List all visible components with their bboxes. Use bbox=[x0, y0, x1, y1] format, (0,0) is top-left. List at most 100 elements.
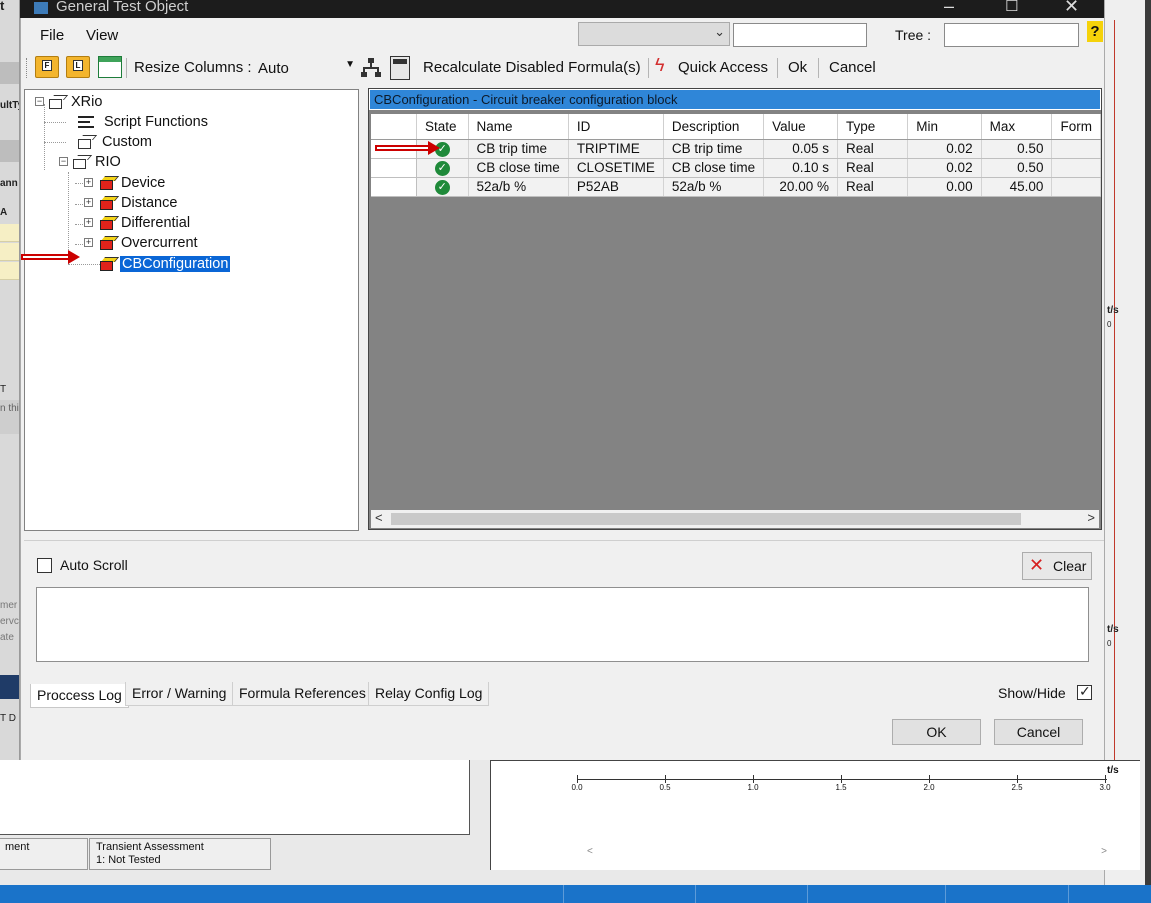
plot-scrollbar[interactable]: < > bbox=[587, 846, 1107, 857]
menu-file[interactable]: File bbox=[40, 27, 64, 44]
tab-formula-references[interactable]: Formula References bbox=[232, 682, 373, 706]
time-axis bbox=[577, 779, 1107, 780]
min-cell[interactable]: 0.02 bbox=[907, 158, 982, 178]
table-row[interactable]: ✓ CB trip time TRIPTIME CB trip time 0.0… bbox=[371, 139, 1101, 159]
ok-button[interactable]: OK bbox=[892, 719, 981, 745]
tree-node-custom[interactable]: Custom bbox=[68, 133, 188, 153]
minimize-icon[interactable]: – bbox=[944, 0, 954, 17]
filter-dropdown[interactable]: ⌄ bbox=[578, 22, 730, 46]
column-header[interactable]: ID bbox=[568, 114, 664, 140]
scrollbar-thumb[interactable] bbox=[391, 513, 1021, 525]
open-file-icon[interactable]: F bbox=[35, 56, 59, 78]
tree-node-cbconfiguration[interactable]: CBConfiguration bbox=[100, 255, 240, 275]
search-input[interactable] bbox=[733, 23, 867, 47]
formula-cell[interactable] bbox=[1051, 139, 1101, 159]
close-icon[interactable]: ✕ bbox=[1064, 0, 1079, 17]
collapse-icon[interactable]: − bbox=[35, 97, 44, 106]
menu-view[interactable]: View bbox=[86, 27, 118, 44]
table-row[interactable]: ✓ 52a/b % P52AB 52a/b % 20.00 % Real 0.0… bbox=[371, 177, 1101, 197]
taskbar-item[interactable] bbox=[563, 885, 693, 903]
toolbar-cancel-button[interactable]: Cancel bbox=[829, 59, 876, 76]
tab-relay-config-log[interactable]: Relay Config Log bbox=[368, 682, 490, 706]
max-cell[interactable]: 0.50 bbox=[981, 158, 1053, 178]
scroll-left-icon[interactable]: < bbox=[375, 510, 383, 525]
max-cell[interactable]: 0.50 bbox=[981, 139, 1053, 159]
scroll-left-icon[interactable]: < bbox=[587, 846, 593, 857]
collapse-icon[interactable]: − bbox=[59, 157, 68, 166]
tab-process-log[interactable]: Proccess Log bbox=[30, 684, 129, 708]
column-header[interactable]: Value bbox=[763, 114, 838, 140]
expand-icon[interactable]: + bbox=[84, 198, 93, 207]
column-header[interactable]: Name bbox=[468, 114, 569, 140]
column-header[interactable]: Max bbox=[981, 114, 1053, 140]
table-row[interactable]: ✓ CB close time CLOSETIME CB close time … bbox=[371, 158, 1101, 178]
tab-error-warning[interactable]: Error / Warning bbox=[125, 682, 234, 706]
description-cell[interactable]: CB trip time bbox=[663, 139, 765, 159]
tree-structure-icon[interactable] bbox=[361, 58, 381, 78]
id-cell[interactable]: TRIPTIME bbox=[568, 139, 664, 159]
min-cell[interactable]: 0.02 bbox=[907, 139, 982, 159]
taskbar bbox=[0, 885, 1151, 903]
min-cell[interactable]: 0.00 bbox=[907, 177, 982, 197]
tree-node-differential[interactable]: + Differential bbox=[84, 214, 214, 234]
tree-node-distance[interactable]: + Distance bbox=[84, 194, 204, 214]
toolbar-ok-button[interactable]: Ok bbox=[788, 59, 807, 76]
taskbar-item[interactable] bbox=[695, 885, 805, 903]
type-cell[interactable]: Real bbox=[837, 158, 909, 178]
tree-node-device[interactable]: + Device bbox=[84, 174, 204, 194]
max-cell[interactable]: 45.00 bbox=[981, 177, 1053, 197]
row-header[interactable] bbox=[371, 177, 417, 197]
formula-cell[interactable] bbox=[1051, 177, 1101, 197]
calculator-icon[interactable] bbox=[390, 56, 410, 80]
type-cell[interactable]: Real bbox=[837, 139, 909, 159]
taskbar-item[interactable] bbox=[807, 885, 937, 903]
id-cell[interactable]: CLOSETIME bbox=[568, 158, 664, 178]
show-hide-checkbox[interactable] bbox=[1077, 683, 1092, 700]
quick-access-button[interactable]: Quick Access bbox=[678, 59, 768, 76]
scroll-right-icon[interactable]: > bbox=[1087, 510, 1095, 525]
tree-node-xrio[interactable]: − XRio bbox=[35, 93, 155, 113]
maximize-icon[interactable]: ☐ bbox=[1005, 0, 1018, 15]
column-header[interactable]: Form bbox=[1051, 114, 1101, 140]
log-output[interactable] bbox=[36, 587, 1089, 662]
value-cell[interactable]: 20.00 % bbox=[763, 177, 838, 197]
scroll-right-icon[interactable]: > bbox=[1101, 846, 1107, 857]
tree-search-input[interactable] bbox=[944, 23, 1079, 47]
tree-node-rio[interactable]: − RIO bbox=[59, 153, 179, 173]
name-cell[interactable]: CB trip time bbox=[468, 139, 569, 159]
column-header[interactable]: State bbox=[416, 114, 469, 140]
red-block-icon bbox=[100, 196, 120, 210]
resize-columns-select[interactable]: Auto ▼ bbox=[252, 56, 357, 80]
expand-icon[interactable]: + bbox=[84, 238, 93, 247]
parameter-table[interactable]: State Name ID Description Value Type Min… bbox=[371, 114, 1101, 197]
column-header[interactable]: Min bbox=[907, 114, 982, 140]
tree-node-overcurrent[interactable]: + Overcurrent bbox=[84, 234, 214, 254]
tree-node-script-functions[interactable]: Script Functions bbox=[68, 113, 218, 133]
grid-horizontal-scrollbar[interactable]: < > bbox=[371, 510, 1099, 528]
auto-scroll-checkbox[interactable] bbox=[37, 558, 52, 573]
column-header[interactable]: Type bbox=[837, 114, 909, 140]
type-cell[interactable]: Real bbox=[837, 177, 909, 197]
recalculate-button[interactable]: Recalculate Disabled Formula(s) bbox=[423, 59, 641, 76]
clear-button[interactable]: ✕ Clear bbox=[1022, 552, 1092, 580]
expand-icon[interactable]: + bbox=[84, 218, 93, 227]
open-folder-icon[interactable]: L bbox=[66, 56, 90, 78]
dialog-titlebar[interactable]: General Test Object – ☐ ✕ bbox=[20, 0, 1104, 18]
help-icon[interactable]: ? bbox=[1087, 21, 1103, 42]
name-cell[interactable]: 52a/b % bbox=[468, 177, 569, 197]
description-cell[interactable]: CB close time bbox=[663, 158, 765, 178]
formula-cell[interactable] bbox=[1051, 158, 1101, 178]
object-tree[interactable]: − XRio Script Functions Custom − RIO + D… bbox=[24, 89, 359, 531]
value-cell[interactable]: 0.05 s bbox=[763, 139, 838, 159]
column-header[interactable]: Description bbox=[663, 114, 765, 140]
name-cell[interactable]: CB close time bbox=[468, 158, 569, 178]
taskbar-tray bbox=[945, 885, 1065, 903]
value-cell[interactable]: 0.10 s bbox=[763, 158, 838, 178]
expand-icon[interactable]: + bbox=[84, 178, 93, 187]
lightning-icon[interactable]: ϟ bbox=[655, 55, 665, 76]
description-cell[interactable]: 52a/b % bbox=[663, 177, 765, 197]
row-header[interactable] bbox=[371, 158, 417, 178]
spreadsheet-icon[interactable] bbox=[98, 56, 122, 78]
id-cell[interactable]: P52AB bbox=[568, 177, 664, 197]
cancel-button[interactable]: Cancel bbox=[994, 719, 1083, 745]
